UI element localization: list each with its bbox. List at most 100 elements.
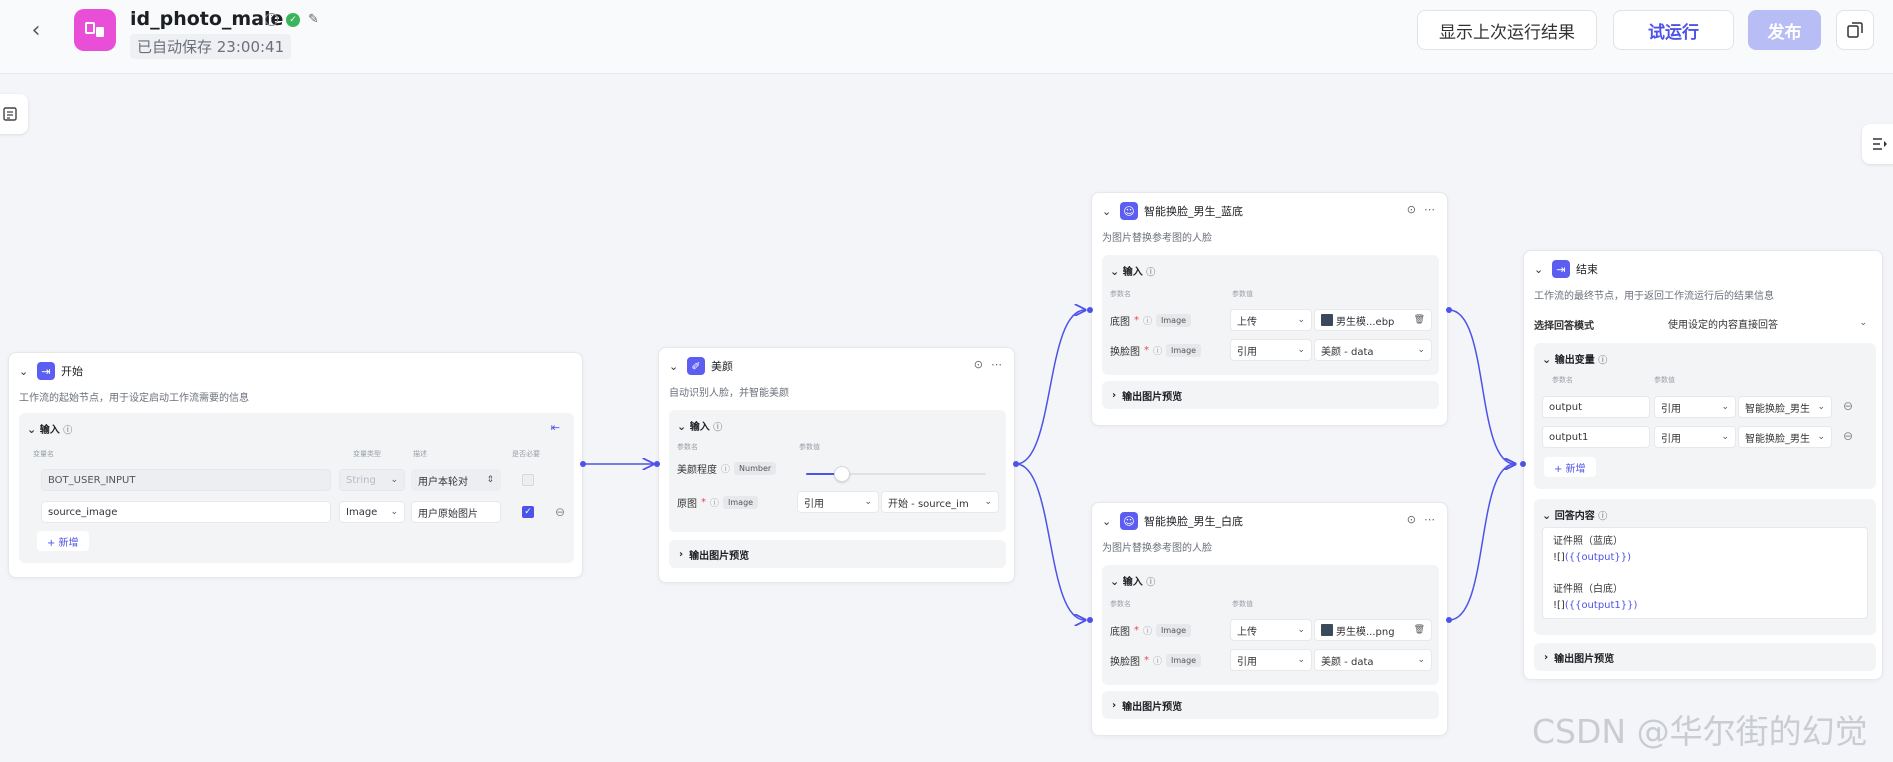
face-swap-white-node[interactable]: ⌄ ☺ 智能换脸_男生_白底 ⊙ ⋯ 为图片替换参考图的人脸 ⌄ 输入 ⓘ 参数名… [1091, 502, 1448, 736]
remove-row-icon[interactable]: ⊖ [1843, 429, 1853, 443]
source-mode-select[interactable]: 引用 ⌄ [1654, 426, 1736, 448]
info-icon: ⓘ [63, 426, 73, 436]
var-desc-field[interactable]: 用户原始图片 [411, 501, 501, 523]
chevron-right-icon: › [1544, 651, 1549, 663]
collapse-chevron-icon[interactable]: ⌄ [669, 360, 681, 373]
answer-content-editor[interactable]: 证件照（蓝底） ![]({{output}}) 证件照（白底） ![]({{ou… [1542, 527, 1868, 619]
var-type-select[interactable]: Image ⌄ [339, 501, 405, 523]
col-header-value: 参数值 [799, 443, 820, 451]
collapse-chevron-icon[interactable]: ⌄ [1102, 515, 1114, 528]
col-header-name: 参数名 [1110, 600, 1131, 608]
source-mode-select[interactable]: 引用 ⌄ [1654, 396, 1736, 418]
var-desc-field[interactable]: 用户本轮对 ⇕ [411, 469, 501, 491]
collapse-chevron-icon[interactable]: ⌄ [19, 365, 31, 378]
source-mode-select[interactable]: 引用 ⌄ [797, 491, 879, 513]
face-swap-blue-node[interactable]: ⌄ ☺ 智能换脸_男生_蓝底 ⊙ ⋯ 为图片替换参考图的人脸 ⌄ 输入 ⓘ 参数名… [1091, 192, 1448, 426]
start-node[interactable]: ⌄ ⇥ 开始 工作流的起始节点，用于设定启动工作流需要的信息 ⌄ 输入 ⓘ ⇤ … [8, 352, 583, 578]
source-mode-select[interactable]: 上传 ⌄ [1230, 309, 1312, 331]
output-preview-toggle[interactable]: › 输出图片预览 [1102, 691, 1439, 719]
chevron-down-icon: ⌄ [390, 475, 398, 485]
input-port[interactable] [654, 461, 660, 467]
output-port[interactable] [580, 461, 586, 467]
var-type-select: String ⌄ [339, 469, 405, 491]
info-icon: ⓘ [713, 423, 723, 433]
output-port[interactable] [1446, 307, 1452, 313]
more-icon[interactable]: ⋯ [1424, 513, 1435, 526]
end-node[interactable]: ⌄ ⇥ 结束 工作流的最终节点，用于返回工作流运行后的结果信息 选择回答模式 使… [1523, 250, 1883, 680]
run-node-icon[interactable]: ⊙ [974, 358, 983, 371]
collapse-chevron-icon[interactable]: ⌄ [1542, 509, 1551, 522]
import-icon[interactable]: ⇤ [551, 421, 560, 434]
info-icon: ⓘ [1143, 627, 1153, 637]
chevron-down-icon: ⌄ [1297, 345, 1305, 355]
source-mode-select[interactable]: 引用 ⌄ [1230, 649, 1312, 671]
output-preview-toggle[interactable]: › 输出图片预览 [1534, 643, 1876, 671]
col-header-required: 是否必要 [512, 450, 540, 458]
node-description: 工作流的起始节点，用于设定启动工作流需要的信息 [19, 393, 249, 404]
reference-select[interactable]: 美颜 - data ⌄ [1314, 339, 1432, 361]
reference-select[interactable]: 智能换脸_男生 ⌄ [1738, 396, 1832, 418]
delete-icon: 🗑 [1413, 625, 1425, 635]
output-var-name[interactable]: output1 [1542, 426, 1650, 448]
col-header-value: 参数值 [1232, 290, 1253, 298]
reference-select[interactable]: 开始 - source_im ⌄ [881, 491, 999, 513]
source-mode-select[interactable]: 上传 ⌄ [1230, 619, 1312, 641]
answer-variable: ({{output1}}) [1564, 600, 1638, 611]
output-var-name[interactable]: output [1542, 396, 1650, 418]
col-header-type: 变量类型 [353, 450, 381, 458]
output-port[interactable] [1446, 617, 1452, 623]
input-port[interactable] [1087, 307, 1093, 313]
output-preview-toggle[interactable]: › 输出图片预览 [669, 540, 1006, 568]
type-tag: Image [723, 496, 759, 509]
add-output-button[interactable]: + 新增 [1544, 457, 1596, 477]
info-icon: ⓘ [1153, 657, 1163, 667]
input-port[interactable] [1087, 617, 1093, 623]
chevron-down-icon: ⌄ [390, 507, 398, 517]
remove-row-icon[interactable]: ⊖ [555, 505, 565, 519]
section-title: 回答内容 [1554, 511, 1595, 522]
beauty-node[interactable]: ⌄ ✐ 美颜 ⊙ ⋯ 自动识别人脸，并智能美颜 ⌄ 输入 ⓘ 参数名 参数值 美颜… [658, 347, 1015, 583]
col-header-name: 参数名 [677, 443, 698, 451]
info-icon: ⓘ [721, 465, 731, 475]
collapse-chevron-icon[interactable]: ⌄ [1110, 265, 1119, 278]
output-port[interactable] [1013, 461, 1019, 467]
image-thumbnail [1321, 624, 1333, 636]
param-label: 底图 [1110, 627, 1130, 638]
collapse-chevron-icon[interactable]: ⌄ [1542, 353, 1551, 366]
run-node-icon[interactable]: ⊙ [1407, 203, 1416, 216]
add-variable-button[interactable]: + 新增 [37, 531, 89, 551]
collapse-chevron-icon[interactable]: ⌄ [1110, 575, 1119, 588]
collapse-chevron-icon[interactable]: ⌄ [677, 420, 686, 433]
section-title: 输出变量 [1554, 355, 1595, 366]
input-port[interactable] [1520, 461, 1526, 467]
section-title: 输入 [1122, 267, 1143, 278]
reference-select[interactable]: 智能换脸_男生 ⌄ [1738, 426, 1832, 448]
section-title: 输入 [689, 422, 710, 433]
required-checkbox[interactable]: ✓ [522, 506, 534, 518]
source-mode-select[interactable]: 引用 ⌄ [1230, 339, 1312, 361]
info-icon: ⓘ [1143, 317, 1153, 327]
collapse-chevron-icon[interactable]: ⌄ [27, 423, 36, 436]
collapse-chevron-icon[interactable]: ⌄ [1534, 263, 1546, 276]
delete-icon: 🗑 [1413, 315, 1425, 325]
type-tag: Image [1166, 654, 1202, 667]
reference-select[interactable]: 美颜 - data ⌄ [1314, 649, 1432, 671]
stepper-icon: ⇕ [486, 475, 494, 485]
more-icon[interactable]: ⋯ [991, 358, 1002, 371]
uploaded-file[interactable]: 男生模...ebp 🗑 [1314, 309, 1432, 331]
chevron-down-icon: ⌄ [1859, 318, 1867, 328]
uploaded-file[interactable]: 男生模...png 🗑 [1314, 619, 1432, 641]
run-node-icon[interactable]: ⊙ [1407, 513, 1416, 526]
collapse-chevron-icon[interactable]: ⌄ [1102, 205, 1114, 218]
answer-content-panel: ⌄ 回答内容 ⓘ 证件照（蓝底） ![]({{output}}) 证件照（白底）… [1534, 499, 1876, 635]
answer-variable: ({{output}}) [1564, 552, 1632, 563]
answer-mode-select[interactable]: 使用设定的内容直接回答 ⌄ [1661, 312, 1874, 334]
type-tag: Image [1166, 344, 1202, 357]
output-preview-toggle[interactable]: › 输出图片预览 [1102, 381, 1439, 409]
node-title: 智能换脸_男生_白底 [1144, 515, 1243, 528]
input-panel: ⌄ 输入 ⓘ 参数名 参数值 底图 * ⓘ Image 上传 ⌄ 男生模...ebp 🗑 … [1102, 255, 1439, 375]
remove-row-icon[interactable]: ⊖ [1843, 399, 1853, 413]
var-name-field[interactable]: source_image [41, 501, 331, 523]
slider-handle[interactable] [834, 466, 850, 482]
more-icon[interactable]: ⋯ [1424, 203, 1435, 216]
